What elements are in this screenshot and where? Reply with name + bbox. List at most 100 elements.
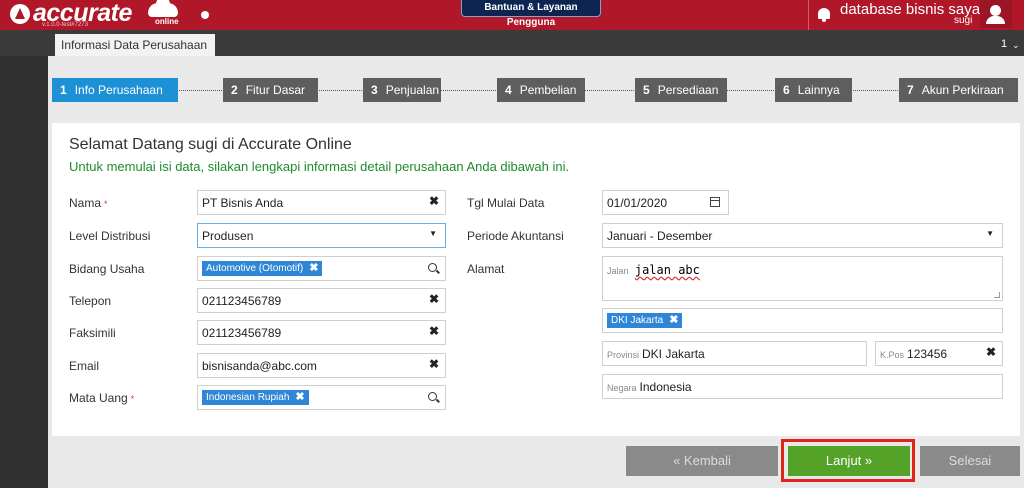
periode-akuntansi-label: Periode Akuntansi bbox=[467, 229, 564, 243]
email-label: Email bbox=[69, 359, 100, 373]
step-number: 7 bbox=[907, 83, 914, 97]
level-distribusi-value: Produsen bbox=[202, 229, 254, 243]
caret-down-icon: ▼ bbox=[986, 229, 994, 238]
step-pembelian[interactable]: 4 Pembelian bbox=[497, 78, 585, 102]
required-mark: * bbox=[130, 394, 135, 404]
mata-uang-tag: Indonesian Rupiah ✖ bbox=[202, 390, 309, 405]
jalan-textarea[interactable]: Jalan jalan abc bbox=[602, 256, 1003, 301]
avatar[interactable] bbox=[980, 0, 1012, 28]
step-label: Akun Perkiraan bbox=[921, 83, 1004, 97]
cloud-icon bbox=[148, 0, 178, 17]
chevron-down-icon[interactable]: ⌄ bbox=[1012, 40, 1020, 51]
welcome-subtitle: Untuk memulai isi data, silakan lengkapi… bbox=[69, 159, 570, 174]
calendar-icon[interactable] bbox=[710, 197, 720, 207]
step-penjualan[interactable]: 3 Penjualan bbox=[363, 78, 441, 102]
provinsi-field[interactable]: Provinsi DKI Jakarta bbox=[602, 341, 867, 366]
step-akun-perkiraan[interactable]: 7 Akun Perkiraan bbox=[899, 78, 1018, 102]
periode-akuntansi-select[interactable]: Januari - Desember ▼ bbox=[602, 223, 1003, 248]
nama-label: Nama * bbox=[69, 196, 108, 210]
step-lainnya[interactable]: 6 Lainnya bbox=[775, 78, 852, 102]
bidang-usaha-field[interactable]: Automotive (Otomotif) ✖ bbox=[197, 256, 446, 281]
left-rail bbox=[0, 56, 48, 488]
resize-grip-icon[interactable] bbox=[994, 292, 1000, 298]
faksimili-field[interactable]: 021123456789 ✖ bbox=[197, 320, 446, 345]
step-number: 6 bbox=[783, 83, 790, 97]
next-button[interactable]: Lanjut » bbox=[788, 446, 910, 476]
accurate-logo[interactable]: accurate online v.1.0.0-test#7273 bbox=[8, 0, 179, 30]
alamat-label: Alamat bbox=[467, 262, 505, 276]
email-field[interactable]: bisnisanda@abc.com ✖ bbox=[197, 353, 446, 378]
email-value: bisnisanda@abc.com bbox=[202, 359, 317, 373]
mata-uang-field[interactable]: Indonesian Rupiah ✖ bbox=[197, 385, 446, 410]
step-label: Pembelian bbox=[519, 83, 577, 97]
kode-pos-field[interactable]: K.Pos 123456 ✖ bbox=[875, 341, 1003, 366]
tgl-mulai-value: 01/01/2020 bbox=[607, 196, 668, 210]
step-info-perusahaan[interactable]: 1 Info Perusahaan bbox=[52, 78, 178, 102]
negara-value: Indonesia bbox=[639, 380, 692, 394]
wizard-steps: 1 Info Perusahaan 2 Fitur Dasar 3 Penjualan… bbox=[48, 78, 1024, 102]
step-number: 2 bbox=[231, 83, 238, 97]
mata-uang-label: Mata Uang * bbox=[69, 391, 135, 405]
tab-informasi-data-perusahaan[interactable]: Informasi Data Perusahaan bbox=[55, 34, 215, 56]
step-persediaan[interactable]: 5 Persediaan bbox=[635, 78, 727, 102]
telepon-field[interactable]: 021123456789 ✖ bbox=[197, 288, 446, 313]
search-icon[interactable] bbox=[428, 392, 437, 401]
level-distribusi-select[interactable]: Produsen ▼ bbox=[197, 223, 446, 248]
clear-icon[interactable]: ✖ bbox=[429, 324, 439, 338]
provinsi-value: DKI Jakarta bbox=[642, 347, 705, 361]
provinsi-label: Provinsi bbox=[607, 350, 640, 360]
periode-akuntansi-value: Januari - Desember bbox=[607, 229, 713, 243]
kode-pos-label: K.Pos bbox=[880, 350, 905, 360]
user-name: sugi bbox=[954, 15, 973, 26]
step-number: 4 bbox=[505, 83, 512, 97]
negara-label: Negara bbox=[607, 383, 637, 393]
faksimili-value: 021123456789 bbox=[202, 326, 282, 340]
negara-field[interactable]: Negara Indonesia bbox=[602, 374, 1003, 399]
kota-tag: DKI Jakarta ✖ bbox=[607, 313, 683, 328]
telepon-label: Telepon bbox=[69, 294, 112, 308]
caret-down-icon: ▼ bbox=[429, 229, 437, 238]
bidang-usaha-tag: Automotive (Otomotif) ✖ bbox=[202, 261, 323, 276]
kota-field[interactable]: DKI Jakarta ✖ bbox=[602, 308, 1003, 333]
top-bar: accurate online v.1.0.0-test#7273 Bantua… bbox=[0, 0, 1024, 30]
tgl-mulai-field[interactable]: 01/01/2020 bbox=[602, 190, 729, 215]
tgl-mulai-label: Tgl Mulai Data bbox=[467, 196, 545, 210]
user-icon bbox=[990, 5, 1001, 16]
tab-count[interactable]: 1 bbox=[1001, 38, 1007, 50]
welcome-title: Selamat Datang sugi di Accurate Online bbox=[69, 136, 352, 153]
remove-tag-icon[interactable]: ✖ bbox=[295, 391, 304, 403]
kode-pos-value: 123456 bbox=[907, 347, 948, 361]
logo-sub: online bbox=[155, 17, 179, 26]
step-label: Persediaan bbox=[657, 83, 719, 97]
step-label: Fitur Dasar bbox=[245, 83, 306, 97]
remove-tag-icon[interactable]: ✖ bbox=[309, 262, 318, 274]
step-fitur-dasar[interactable]: 2 Fitur Dasar bbox=[223, 78, 318, 102]
clear-icon[interactable]: ✖ bbox=[429, 194, 439, 208]
clear-icon[interactable]: ✖ bbox=[429, 292, 439, 306]
step-label: Info Perusahaan bbox=[74, 83, 163, 97]
company-form-card: Selamat Datang sugi di Accurate Online U… bbox=[52, 123, 1020, 436]
remove-tag-icon[interactable]: ✖ bbox=[669, 314, 678, 326]
clear-icon[interactable]: ✖ bbox=[429, 357, 439, 371]
nama-field[interactable]: PT Bisnis Anda ✖ bbox=[197, 190, 446, 215]
required-mark: * bbox=[104, 199, 108, 209]
jalan-label: Jalan bbox=[607, 266, 629, 276]
step-number: 5 bbox=[643, 83, 650, 97]
telepon-value: 021123456789 bbox=[202, 294, 282, 308]
help-button[interactable]: Bantuan & Layanan Pengguna bbox=[461, 0, 601, 28]
divider bbox=[808, 0, 809, 30]
nama-value: PT Bisnis Anda bbox=[202, 196, 284, 210]
level-distribusi-label: Level Distribusi bbox=[69, 229, 151, 243]
main-content: 1 Info Perusahaan 2 Fitur Dasar 3 Penjualan… bbox=[48, 56, 1024, 488]
version-text: v.1.0.0-test#7273 bbox=[42, 22, 88, 28]
jalan-value: jalan abc bbox=[634, 263, 700, 277]
step-number: 3 bbox=[371, 83, 378, 97]
clear-icon[interactable]: ✖ bbox=[986, 345, 996, 359]
step-label: Lainnya bbox=[797, 83, 840, 97]
bell-icon[interactable] bbox=[818, 8, 830, 22]
step-label: Penjualan bbox=[385, 83, 440, 97]
back-button[interactable]: « Kembali bbox=[626, 446, 778, 476]
finish-button[interactable]: Selesai bbox=[920, 446, 1020, 476]
status-dot-icon[interactable] bbox=[201, 11, 209, 19]
search-icon[interactable] bbox=[428, 263, 437, 272]
